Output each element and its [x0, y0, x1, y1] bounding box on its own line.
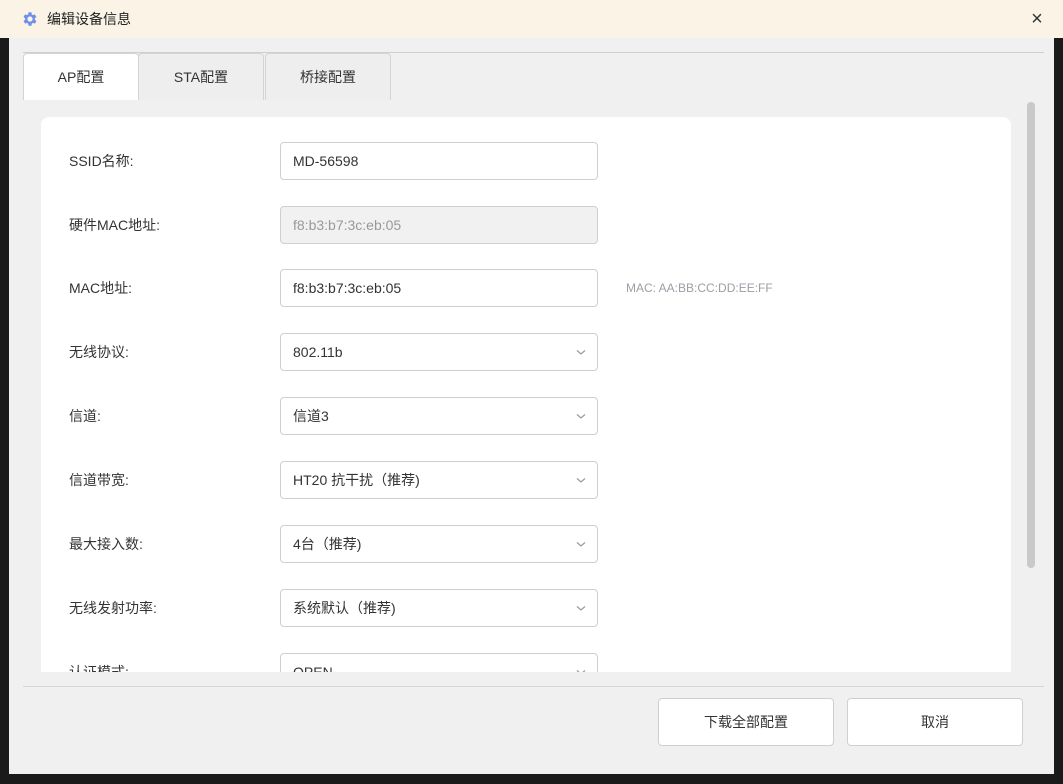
form-row-bandwidth: 信道带宽: HT20 抗干扰（推荐): [41, 460, 1011, 500]
hw-mac-label: 硬件MAC地址:: [69, 217, 160, 233]
bandwidth-value: HT20 抗干扰（推荐): [293, 472, 420, 488]
max-clients-value: 4台（推荐): [293, 536, 362, 552]
auth-mode-value: OPEN: [293, 664, 333, 672]
ssid-label: SSID名称:: [69, 153, 134, 169]
mac-input[interactable]: f8:b3:b7:3c:eb:05: [280, 269, 598, 307]
footer-divider: [23, 686, 1044, 687]
chevron-down-icon: [576, 478, 586, 483]
ssid-input[interactable]: MD-56598: [280, 142, 598, 180]
channel-select[interactable]: 信道3: [280, 397, 598, 435]
ap-config-panel: SSID名称: MD-56598 硬件MAC地址: f8:b3:b7:3c:eb…: [9, 100, 1038, 672]
mac-label: MAC地址:: [69, 280, 132, 296]
cancel-button[interactable]: 取消: [847, 698, 1023, 746]
edit-device-dialog: 编辑设备信息 × AP配置 STA配置 桥接配置 SSID名称: MD-5659…: [0, 0, 1063, 784]
form-row-channel: 信道: 信道3: [41, 396, 1011, 436]
chevron-down-icon: [576, 542, 586, 547]
protocol-label: 无线协议:: [69, 344, 129, 360]
chevron-down-icon: [576, 670, 586, 672]
max-clients-select[interactable]: 4台（推荐): [280, 525, 598, 563]
chevron-down-icon: [576, 414, 586, 419]
tab-sta-config[interactable]: STA配置: [138, 53, 264, 100]
gear-icon: [23, 12, 37, 26]
form-row-mac: MAC地址: f8:b3:b7:3c:eb:05 MAC: AA:BB:CC:D…: [41, 268, 1011, 308]
chevron-down-icon: [576, 350, 586, 355]
form-row-tx-power: 无线发射功率: 系统默认（推荐): [41, 588, 1011, 628]
tab-ap-config[interactable]: AP配置: [23, 53, 139, 100]
auth-mode-select[interactable]: OPEN: [280, 653, 598, 672]
form-row-auth-mode: 认证模式: OPEN: [41, 652, 1011, 672]
auth-mode-label: 认证模式:: [69, 664, 129, 672]
close-icon: ×: [1031, 8, 1043, 30]
close-button[interactable]: ×: [1025, 7, 1049, 31]
chevron-down-icon: [576, 606, 586, 611]
bandwidth-label: 信道带宽:: [69, 472, 129, 488]
tab-bar: AP配置 STA配置 桥接配置: [9, 38, 1054, 100]
max-clients-label: 最大接入数:: [69, 536, 143, 552]
bandwidth-select[interactable]: HT20 抗干扰（推荐): [280, 461, 598, 499]
form-row-ssid: SSID名称: MD-56598: [41, 141, 1011, 181]
dialog-body: AP配置 STA配置 桥接配置 SSID名称: MD-56598 硬件MAC地址…: [9, 38, 1054, 774]
mac-format-hint: MAC: AA:BB:CC:DD:EE:FF: [626, 281, 773, 295]
tab-bridge-config[interactable]: 桥接配置: [265, 53, 391, 100]
protocol-select[interactable]: 802.11b: [280, 333, 598, 371]
protocol-value: 802.11b: [293, 344, 343, 360]
form-row-hw-mac: 硬件MAC地址: f8:b3:b7:3c:eb:05: [41, 205, 1011, 245]
form-card: SSID名称: MD-56598 硬件MAC地址: f8:b3:b7:3c:eb…: [41, 117, 1011, 672]
title-bar: 编辑设备信息 ×: [0, 0, 1063, 38]
scrollbar-thumb[interactable]: [1027, 102, 1035, 568]
tx-power-select[interactable]: 系统默认（推荐): [280, 589, 598, 627]
tx-power-label: 无线发射功率:: [69, 600, 157, 616]
dialog-title: 编辑设备信息: [47, 11, 131, 27]
channel-value: 信道3: [293, 408, 329, 424]
tx-power-value: 系统默认（推荐): [293, 600, 396, 616]
channel-label: 信道:: [69, 408, 101, 424]
form-row-max-clients: 最大接入数: 4台（推荐): [41, 524, 1011, 564]
download-all-config-button[interactable]: 下载全部配置: [658, 698, 834, 746]
hw-mac-input: f8:b3:b7:3c:eb:05: [280, 206, 598, 244]
form-row-protocol: 无线协议: 802.11b: [41, 332, 1011, 372]
